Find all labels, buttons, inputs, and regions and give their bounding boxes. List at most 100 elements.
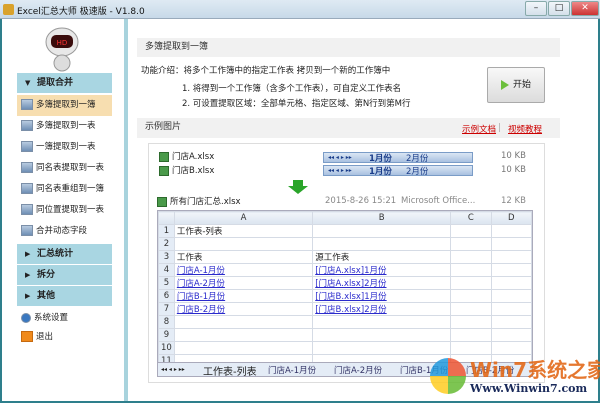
start-button[interactable]: 开始 xyxy=(487,67,545,103)
item-label: 合并动态字段 xyxy=(36,226,88,236)
example-title: 示例图片 xyxy=(145,122,182,132)
minimize-button[interactable]: – xyxy=(525,1,547,16)
link-separator: | xyxy=(498,123,501,133)
cell-hyperlink[interactable]: 门店B-2月份 xyxy=(177,305,225,315)
cell: 门店A-1月份 xyxy=(173,263,314,277)
cell xyxy=(312,328,452,342)
cell xyxy=(490,315,532,329)
sidebar-item-settings[interactable]: 系统设置 xyxy=(17,308,112,329)
sheet-icon xyxy=(21,141,33,152)
column-header: A xyxy=(173,211,314,225)
row-header: 5 xyxy=(158,276,175,290)
cell: 门店B-2月份 xyxy=(173,302,314,316)
excel-file-icon xyxy=(159,151,169,162)
row-header: 3 xyxy=(158,250,175,264)
group-summary[interactable]: ▶ 汇总统计 xyxy=(17,244,112,265)
cell: [门店B.xlsx]1月份 xyxy=(312,289,452,303)
row-header: 10 xyxy=(158,341,175,355)
watermark-url: Www.Winwin7.com xyxy=(470,382,588,395)
mini-tab: 1月份 xyxy=(369,154,392,164)
item-label: 退出 xyxy=(36,332,54,342)
sidebar-item-exit[interactable]: 退出 xyxy=(17,327,112,348)
close-button[interactable]: ✕ xyxy=(571,1,599,16)
file-name: 门店A.xlsx xyxy=(172,152,215,162)
group-extract-merge[interactable]: ▼ 提取合并 xyxy=(17,73,112,94)
sheet-icon xyxy=(21,183,33,194)
cell xyxy=(450,315,492,329)
section-title: 多簿提取到一簿 xyxy=(137,38,560,57)
workbook-icon xyxy=(21,99,33,110)
cell xyxy=(173,237,314,251)
sidebar-item-dynamic-fields[interactable]: 合并动态字段 xyxy=(17,221,112,242)
row-header: 7 xyxy=(158,302,175,316)
group-split[interactable]: ▶ 拆分 xyxy=(17,265,112,286)
cell-hyperlink[interactable]: 门店A-2月份 xyxy=(177,279,225,289)
cell xyxy=(450,263,492,277)
file-type: Microsoft Office... xyxy=(401,196,476,206)
sheet-row: 5 门店A-2月份 [门店A.xlsx]2月份 xyxy=(158,276,532,290)
caret-right-icon: ▶ xyxy=(25,292,31,300)
maximize-button[interactable]: □ xyxy=(548,1,570,16)
item-label: 同名表提取到一表 xyxy=(36,163,105,173)
row-header: 1 xyxy=(158,224,175,238)
caret-right-icon: ▶ xyxy=(25,250,31,258)
app-icon xyxy=(3,4,14,15)
cell-hyperlink[interactable]: 门店A-1月份 xyxy=(177,266,225,276)
cell-hyperlink[interactable]: [门店B.xlsx]2月份 xyxy=(315,305,386,315)
excel-file-icon xyxy=(157,196,167,207)
file-size: 12 KB xyxy=(501,196,526,206)
sheet-icon xyxy=(21,120,33,131)
cell-hyperlink[interactable]: [门店A.xlsx]2月份 xyxy=(315,279,386,289)
sidebar-item-multi-book-to-book[interactable]: 多簿提取到一簿 xyxy=(17,95,112,116)
group-other[interactable]: ▶ 其他 xyxy=(17,286,112,307)
sheet-row: 9 xyxy=(158,328,532,342)
sheet-row: 4 门店A-1月份 [门店A.xlsx]1月份 xyxy=(158,263,532,277)
sidebar-divider xyxy=(124,19,128,401)
group-label: 其他 xyxy=(37,291,56,301)
file-name: 所有门店汇总.xlsx xyxy=(170,197,241,207)
group-label: 提取合并 xyxy=(37,78,74,88)
group-label: 汇总统计 xyxy=(37,249,74,259)
cell: [门店B.xlsx]2月份 xyxy=(312,302,452,316)
cell xyxy=(490,224,532,238)
sidebar-item-one-book-to-sheet[interactable]: 一簿提取到一表 xyxy=(17,137,112,158)
item-label: 系统设置 xyxy=(34,313,69,323)
source-file-a: 门店A.xlsx xyxy=(159,150,214,162)
cell xyxy=(450,250,492,264)
cell xyxy=(450,237,492,251)
sheet-row: 7 门店B-2月份 [门店B.xlsx]2月份 xyxy=(158,302,532,316)
mini-tab: 2月份 xyxy=(406,154,429,164)
sidebar-item-same-position[interactable]: 同位置提取到一表 xyxy=(17,200,112,221)
cell-hyperlink[interactable]: 门店B-1月份 xyxy=(177,292,225,302)
cell: 源工作表 xyxy=(312,250,452,264)
video-tutorial-link[interactable]: 视频教程 xyxy=(508,123,542,135)
sidebar-item-multi-book-to-sheet[interactable]: 多簿提取到一表 xyxy=(17,116,112,137)
cell xyxy=(490,289,532,303)
watermark: Win7系统之家 Www.Winwin7.com xyxy=(430,352,600,402)
row-header: 8 xyxy=(158,315,175,329)
row-header: 6 xyxy=(158,289,175,303)
cell-hyperlink[interactable]: [门店A.xlsx]1月份 xyxy=(315,266,386,276)
intro-text: 功能介绍：将多个工作簿中的指定工作表 拷贝到一个新的工作簿中 xyxy=(141,66,391,76)
cell-hyperlink[interactable]: [门店B.xlsx]1月份 xyxy=(315,292,386,302)
item-label: 多簿提取到一簿 xyxy=(36,100,96,110)
cell xyxy=(450,289,492,303)
tab-nav-icons: ◂◂ ◂ ▸ ▸▸ xyxy=(161,366,185,373)
excel-file-icon xyxy=(159,165,169,176)
sheet-icon xyxy=(21,204,33,215)
cell: [门店A.xlsx]2月份 xyxy=(312,276,452,290)
example-doc-link[interactable]: 示例文档 xyxy=(462,123,496,135)
sidebar-item-same-name-regroup[interactable]: 同名表重组到一簿 xyxy=(17,179,112,200)
settings-icon xyxy=(21,312,31,323)
sheet-grid: ABCD 1 工作表-列表 2 3 工作表 源工作表 4 门店A-1月份 [门店A.xlsx]1… xyxy=(158,211,532,368)
column-header-row: ABCD xyxy=(158,211,532,225)
cell: 门店A-2月份 xyxy=(173,276,314,290)
cell xyxy=(490,263,532,277)
sheet-icon xyxy=(21,162,33,173)
sheet-tab: 工作表-列表 xyxy=(203,367,257,377)
cell xyxy=(450,224,492,238)
windows-logo-icon xyxy=(430,358,466,394)
sheet-row: 1 工作表-列表 xyxy=(158,224,532,238)
column-header: C xyxy=(450,211,492,225)
sidebar-item-same-name-to-sheet[interactable]: 同名表提取到一表 xyxy=(17,158,112,179)
